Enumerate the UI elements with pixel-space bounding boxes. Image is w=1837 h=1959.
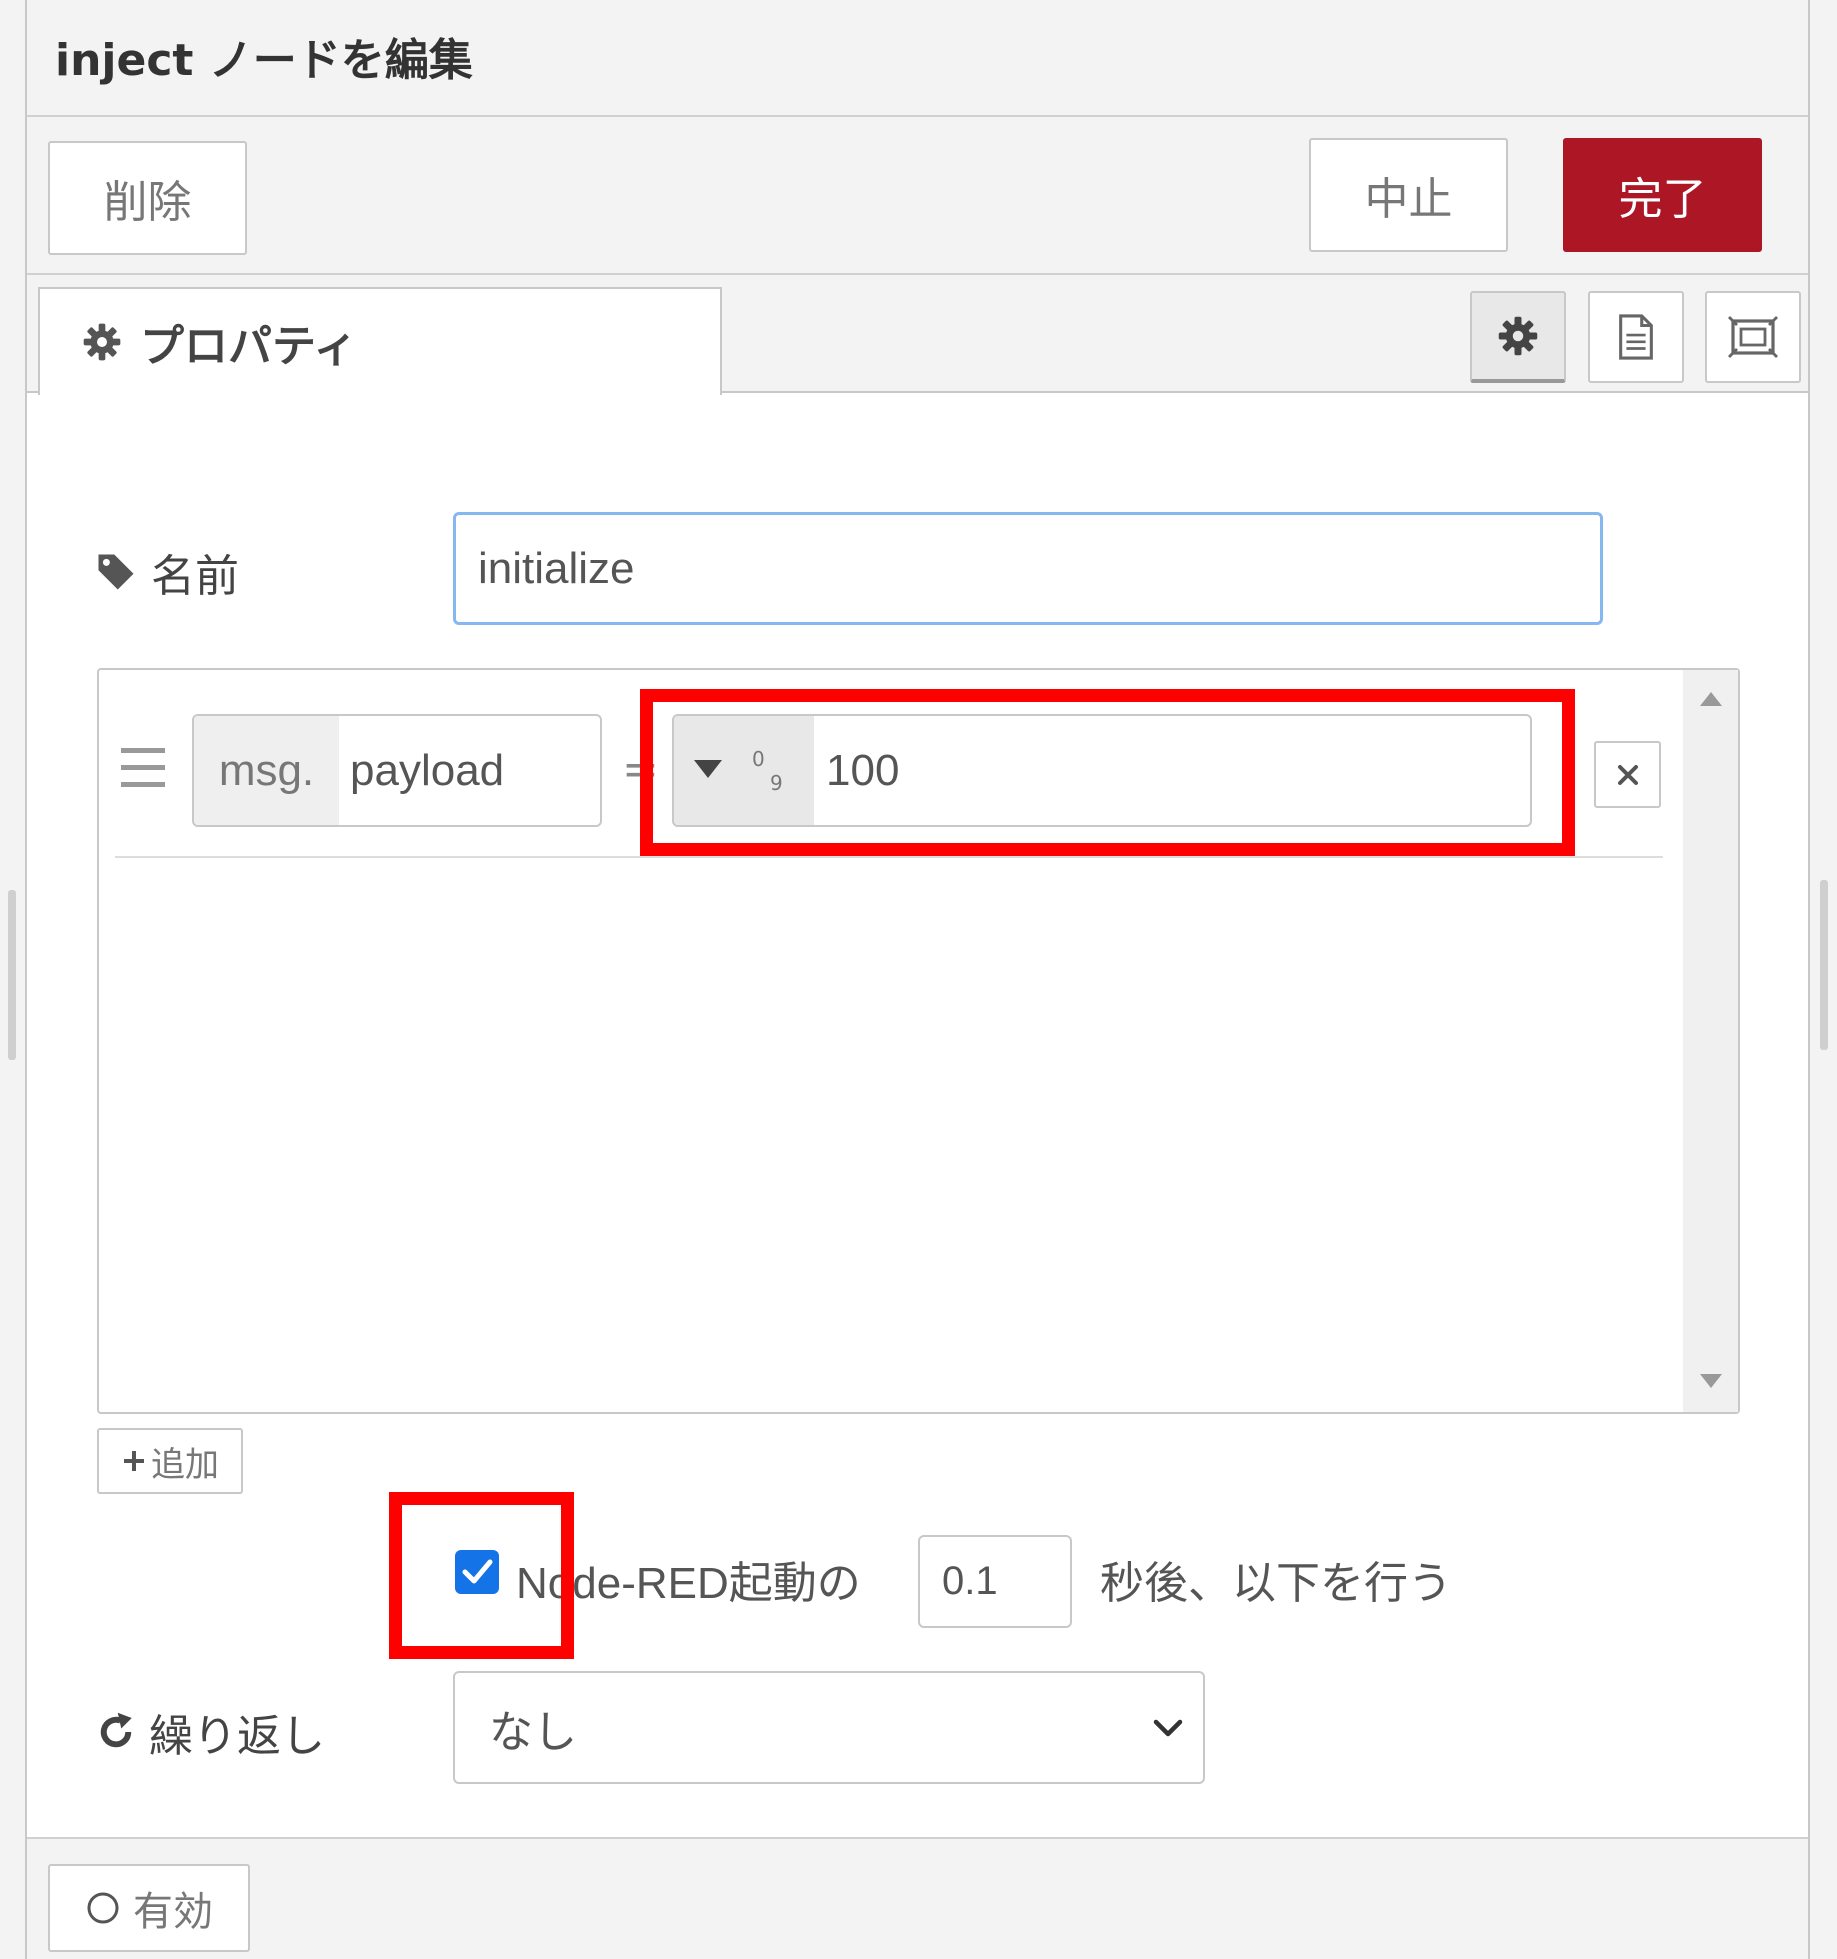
- repeat-label-text: 繰り返し: [149, 1711, 325, 1762]
- left-tray-edge: [0, 0, 27, 1959]
- tab-settings-button[interactable]: [1470, 291, 1566, 383]
- done-button[interactable]: 完了: [1563, 138, 1762, 252]
- property-name-input[interactable]: payload: [350, 716, 504, 825]
- name-input[interactable]: initialize: [453, 512, 1603, 625]
- repeat-select[interactable]: なし: [453, 1671, 1205, 1784]
- dialog-title: inject ノードを編集: [55, 35, 473, 86]
- scroll-down-icon[interactable]: [1700, 1374, 1722, 1388]
- msg-prefix: msg.: [194, 716, 339, 825]
- frame-icon: [1728, 316, 1778, 358]
- tab-description-button[interactable]: [1588, 291, 1684, 383]
- refresh-icon: [100, 1712, 132, 1748]
- gear-icon: [83, 323, 121, 361]
- name-label-text: 名前: [151, 551, 239, 602]
- row-divider: [115, 856, 1663, 858]
- document-icon: [1619, 314, 1653, 360]
- delete-button[interactable]: 削除: [48, 141, 247, 255]
- tab-properties-label: プロパティ: [140, 321, 358, 372]
- circle-icon: [87, 1892, 119, 1924]
- add-property-label: 追加: [151, 1444, 219, 1485]
- dialog-footer: [27, 1837, 1808, 1959]
- dialog-toolbar: [27, 117, 1808, 275]
- plus-icon: [124, 1451, 144, 1471]
- tab-appearance-button[interactable]: [1705, 291, 1801, 383]
- onstart-delay-input[interactable]: 0.1: [918, 1535, 1072, 1628]
- cancel-button[interactable]: 中止: [1309, 138, 1508, 252]
- drag-handle-icon[interactable]: [121, 748, 165, 788]
- resize-grip-left[interactable]: [8, 890, 16, 1060]
- repeat-label: 繰り返し: [95, 1700, 325, 1764]
- tag-icon: [98, 554, 134, 590]
- right-tray-edge: [1808, 0, 1837, 1959]
- checkbox-highlight-box: [389, 1492, 574, 1659]
- resize-grip-right[interactable]: [1820, 880, 1828, 1050]
- close-icon: [1617, 764, 1638, 785]
- tab-properties[interactable]: プロパティ: [38, 287, 722, 395]
- property-name-field[interactable]: msg. payload: [192, 714, 602, 827]
- enabled-toggle-button[interactable]: 有効: [48, 1864, 250, 1952]
- name-label: 名前: [95, 540, 239, 604]
- add-property-button[interactable]: 追加: [97, 1428, 243, 1494]
- onstart-delay-suffix: 秒後、以下を行う: [1100, 1558, 1452, 1609]
- remove-row-button[interactable]: [1594, 741, 1661, 808]
- enabled-label: 有効: [133, 1889, 213, 1935]
- scroll-up-icon[interactable]: [1700, 692, 1722, 706]
- value-highlight-box: [640, 689, 1575, 856]
- chevron-down-icon: [1153, 1719, 1183, 1737]
- gear-icon: [1498, 316, 1538, 356]
- list-scrollbar[interactable]: [1683, 670, 1738, 1412]
